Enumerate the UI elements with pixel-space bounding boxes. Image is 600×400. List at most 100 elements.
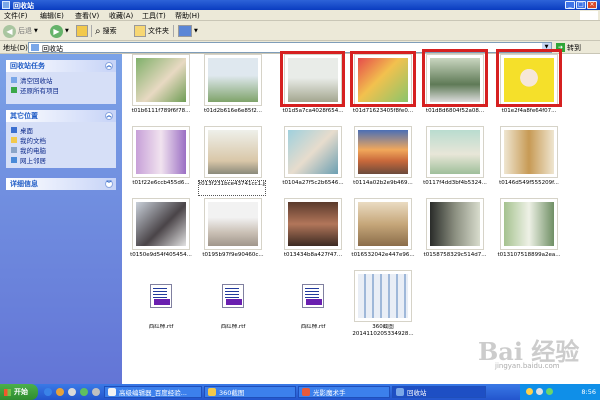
menu-favorites[interactable]: 收藏(A)	[109, 11, 133, 21]
folder-icon	[134, 25, 146, 37]
taskbar-item-screenshot[interactable]: 360截图	[204, 386, 296, 398]
forward-button[interactable]: ▶ ▼	[50, 24, 69, 38]
title-bar[interactable]: 回收站 _ □ ×	[0, 0, 600, 10]
highlight-box	[496, 49, 562, 107]
quick-launch-icon[interactable]	[92, 388, 100, 396]
chevron-down-icon: ▼	[34, 28, 38, 34]
file-name[interactable]: t0195b97f9e90460c...	[198, 252, 268, 259]
place-my-documents[interactable]: 我的文档	[6, 135, 116, 145]
file-name[interactable]: 西红柿.rtf	[278, 324, 348, 331]
show-desktop-icon[interactable]	[68, 388, 76, 396]
file-thumbnail[interactable]	[204, 270, 262, 322]
maximize-button[interactable]: □	[576, 1, 586, 9]
file-name[interactable]: t016532042e447e96...	[348, 252, 418, 259]
file-name[interactable]: t013434b8a427f47...	[278, 252, 348, 259]
file-thumbnail[interactable]	[500, 198, 558, 250]
menu-view[interactable]: 查看(V)	[75, 11, 99, 21]
file-thumbnail[interactable]	[426, 198, 484, 250]
file-name[interactable]: t01d8d6804f52a08...	[420, 108, 490, 115]
menu-file[interactable]: 文件(F)	[4, 11, 28, 21]
file-thumbnail[interactable]	[132, 126, 190, 178]
documents-folder-icon	[11, 137, 17, 143]
tray-icon[interactable]	[526, 388, 533, 395]
file-thumbnail[interactable]	[284, 126, 342, 178]
file-name[interactable]: t0117f4dd3bf4b5324...	[420, 180, 490, 187]
browser-icon[interactable]	[80, 388, 88, 396]
file-thumbnail[interactable]	[132, 198, 190, 250]
media-icon[interactable]	[56, 388, 64, 396]
expand-icon[interactable]: ︾	[105, 180, 113, 188]
photo-image	[288, 130, 338, 174]
address-label: 地址(D)	[3, 44, 28, 52]
chevron-down-icon: ▼	[194, 28, 198, 34]
file-thumbnail[interactable]	[204, 126, 262, 178]
file-thumbnail[interactable]	[132, 270, 190, 322]
menu-help[interactable]: 帮助(H)	[175, 11, 200, 21]
panel-header[interactable]: 其它位置 ︽	[6, 110, 116, 122]
folders-button[interactable]: 文件夹	[134, 24, 169, 38]
desktop-icon	[11, 127, 17, 133]
rtf-document-icon	[222, 284, 244, 308]
file-name[interactable]: t0104a27f5c2b6546...	[278, 180, 348, 187]
file-name[interactable]: t0158758329c514d7...	[420, 252, 490, 259]
panel-header[interactable]: 详细信息 ︾	[6, 178, 116, 190]
file-name[interactable]: t01d5a7ca4028f654...	[278, 108, 348, 115]
menu-edit[interactable]: 编辑(E)	[40, 11, 64, 21]
tray-icon[interactable]	[536, 388, 543, 395]
ie-icon[interactable]	[44, 388, 52, 396]
menu-tools[interactable]: 工具(T)	[142, 11, 166, 21]
back-arrow-icon: ◀	[3, 24, 16, 38]
collapse-icon[interactable]: ︽	[105, 62, 113, 70]
file-name[interactable]: 西红柿.rtf	[126, 324, 196, 331]
place-desktop[interactable]: 桌面	[6, 125, 116, 135]
file-thumbnail[interactable]	[354, 198, 412, 250]
tray-icon[interactable]	[546, 388, 553, 395]
clock[interactable]: 8:56	[581, 388, 596, 396]
back-button[interactable]: ◀ 后退 ▼	[3, 24, 38, 38]
close-button[interactable]: ×	[587, 1, 597, 9]
place-network[interactable]: 网上邻居	[6, 155, 116, 165]
file-name[interactable]: t01d71623405f8fe0...	[348, 108, 418, 115]
computer-icon	[11, 147, 17, 153]
place-my-computer[interactable]: 我的电脑	[6, 145, 116, 155]
empty-recycle-bin-link[interactable]: 清空回收站	[6, 75, 116, 85]
file-thumbnail[interactable]	[354, 270, 412, 322]
file-thumbnail[interactable]	[284, 270, 342, 322]
search-button[interactable]: ⌕ 搜索	[95, 24, 117, 38]
taskbar-item-recycle-bin[interactable]: 回收站	[392, 386, 486, 398]
file-name[interactable]: t0146d549f555209f...	[494, 180, 564, 187]
task-pane: 回收站任务 ︽ 清空回收站 还原所有项目 其它位置 ︽ 桌面 我的文档 我的电脑	[0, 54, 122, 384]
other-places-panel: 其它位置 ︽ 桌面 我的文档 我的电脑 网上邻居	[6, 110, 116, 168]
screenshot-image	[358, 274, 408, 318]
up-folder-button[interactable]	[76, 24, 90, 38]
start-button[interactable]: 开始	[0, 384, 38, 400]
file-name[interactable]: 360截图2014110205334928...	[348, 324, 418, 340]
file-name[interactable]: 西红柿.rtf	[198, 324, 268, 331]
file-name[interactable]: t01d2b616e6e85f2...	[198, 108, 268, 115]
file-name[interactable]: t013107518899a2ea...	[494, 252, 564, 259]
file-thumbnail[interactable]	[426, 126, 484, 178]
minimize-button[interactable]: _	[565, 1, 575, 9]
file-name[interactable]: t013f231bce43741cc1.jpg	[198, 180, 266, 196]
file-thumbnail[interactable]	[204, 54, 262, 106]
collapse-icon[interactable]: ︽	[105, 112, 113, 120]
restore-all-link[interactable]: 还原所有项目	[6, 85, 116, 95]
recycle-bin-icon	[396, 388, 404, 396]
taskbar-item-editor[interactable]: 高级编辑器_百度经验...	[104, 386, 202, 398]
panel-header[interactable]: 回收站任务 ︽	[6, 60, 116, 72]
file-name[interactable]: t0114a02b2e9b469...	[348, 180, 418, 187]
file-name[interactable]: t01f22e6ccb455d6...	[126, 180, 196, 187]
file-thumbnail[interactable]	[204, 198, 262, 250]
file-thumbnail[interactable]	[284, 198, 342, 250]
taskbar-item-photo-editor[interactable]: 光影魔术手	[298, 386, 390, 398]
photo-image	[358, 130, 408, 174]
views-button[interactable]: ▼	[178, 24, 198, 38]
recycle-bin-icon	[31, 44, 39, 51]
file-name[interactable]: t01b6111f789f6f78...	[126, 108, 196, 115]
file-name[interactable]: t0150e9d54f405454...	[126, 252, 196, 259]
file-thumbnail[interactable]	[500, 126, 558, 178]
file-thumbnail[interactable]	[132, 54, 190, 106]
photo-image	[136, 58, 186, 102]
file-name[interactable]: t01e2f4a8fe64f07...	[494, 108, 564, 115]
file-thumbnail[interactable]	[354, 126, 412, 178]
